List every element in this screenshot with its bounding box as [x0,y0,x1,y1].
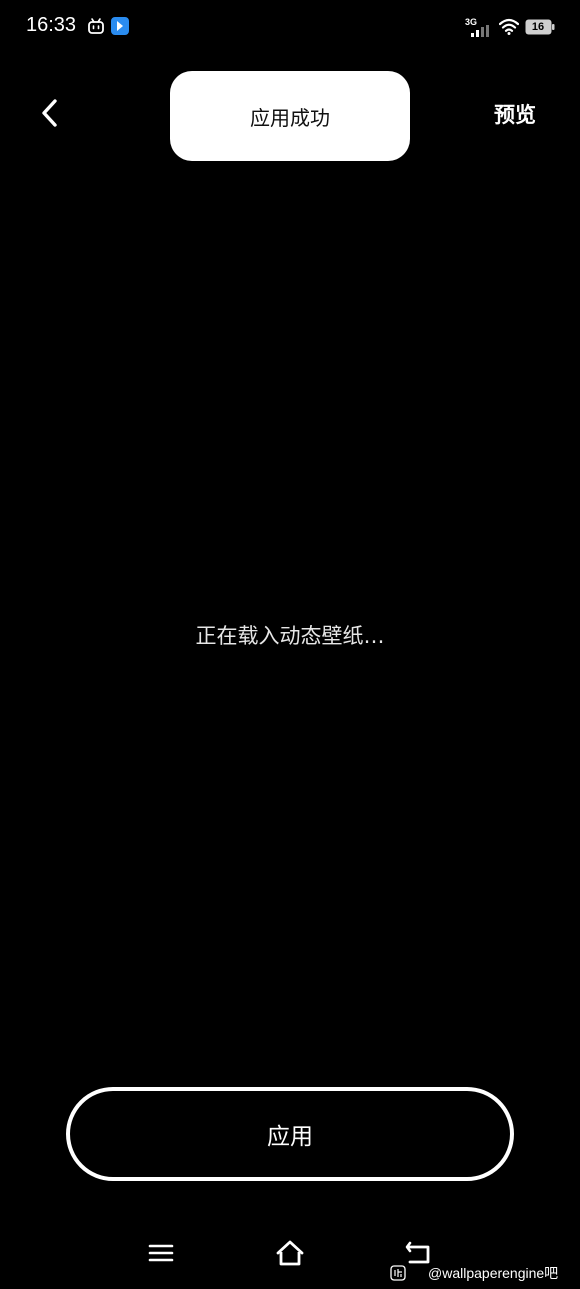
loading-status-text: 正在载入动态壁纸… [195,624,385,648]
home-icon[interactable] [275,1238,305,1268]
apply-button[interactable]: 应用 [66,1087,514,1181]
watermark-text: @wallpaperengine吧 [428,1265,559,1281]
battery-level: 16 [531,21,545,33]
watermark: @wallpaperengine吧 [390,1263,558,1283]
back-button[interactable] [36,97,64,129]
status-bar: 16:33 3G 16 [0,0,580,56]
apply-button-label: 应用 [267,1124,313,1150]
bilibili-icon [88,18,104,34]
wifi-icon [499,18,519,35]
blue-app-icon [111,17,129,35]
screen: 16:33 3G 16 预览 应用成功 正在载入动态壁纸… 应用 @wallpa… [0,0,580,1289]
menu-icon[interactable] [148,1240,174,1266]
signal-icon [471,25,489,37]
toast-message: 应用成功 [250,105,330,130]
success-toast: 应用成功 [170,71,410,161]
preview-button[interactable]: 预览 [494,99,536,129]
tieba-icon [390,1265,406,1281]
status-time: 16:33 [26,14,77,36]
